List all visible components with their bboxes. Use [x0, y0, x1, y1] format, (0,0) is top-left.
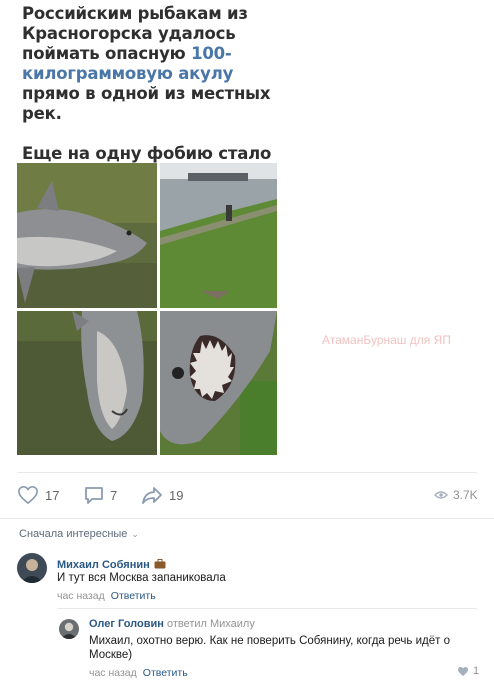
chevron-down-icon: ⌄ [131, 528, 139, 539]
avatar[interactable] [59, 619, 79, 639]
watermark: АтаманБурнаш для ЯП [322, 333, 451, 347]
comment-meta: час назад Ответить [57, 590, 156, 602]
reply-button[interactable]: Ответить [111, 590, 156, 602]
comment-text: И тут вся Москва запаниковала [57, 572, 226, 584]
comments-divider [0, 518, 494, 519]
eye-icon [434, 491, 448, 499]
comment-like-button[interactable]: 1 [457, 665, 479, 677]
post-paragraph-1: Российским рыбакам из Красногорска удало… [22, 4, 292, 124]
heart-icon [18, 486, 38, 504]
shark-photo-mouth[interactable] [160, 311, 277, 455]
comment-time: час назад [57, 590, 105, 602]
comment-author[interactable]: Михаил Собянин [57, 559, 150, 571]
views-counter: 3.7K [434, 482, 478, 508]
comment-author[interactable]: Олег Головин [89, 618, 164, 630]
post-text-part-2: прямо в одной из местных рек. [22, 84, 271, 123]
river-bank-photo[interactable] [160, 163, 277, 308]
comment-count: 7 [110, 487, 118, 503]
post-divider [17, 472, 477, 473]
like-count: 17 [45, 487, 60, 503]
comments-sort-label: Сначала интересные [19, 528, 128, 540]
comment-time: час назад [89, 667, 137, 679]
reply-divider [57, 608, 477, 609]
views-count: 3.7K [453, 488, 478, 502]
share-count: 19 [169, 487, 184, 503]
shark-photo-side[interactable] [17, 163, 157, 308]
post-actions: 17 7 19 3.7K [0, 482, 494, 508]
comment-button[interactable]: 7 [84, 482, 117, 508]
heart-icon [458, 666, 468, 676]
comment-icon [85, 487, 103, 504]
replied-to-label[interactable]: ответил Михаилу [167, 618, 255, 630]
comment-text: Михаил, охотно верю. Как не поверить Соб… [89, 635, 450, 661]
comment-like-count: 1 [473, 665, 480, 677]
comments-sort[interactable]: Сначала интересные ⌄ [19, 528, 139, 540]
comment-author-row: Олег Головин ответил Михаилу [89, 618, 255, 630]
comment-meta: час назад Ответить [89, 667, 188, 679]
reply-button[interactable]: Ответить [143, 667, 188, 679]
avatar[interactable] [17, 553, 47, 583]
like-button[interactable]: 17 [17, 482, 59, 508]
share-icon [142, 487, 162, 504]
share-button[interactable]: 19 [141, 482, 183, 508]
post-text: Российским рыбакам из Красногорска удало… [22, 4, 292, 184]
shark-photo-belly[interactable] [17, 311, 157, 455]
